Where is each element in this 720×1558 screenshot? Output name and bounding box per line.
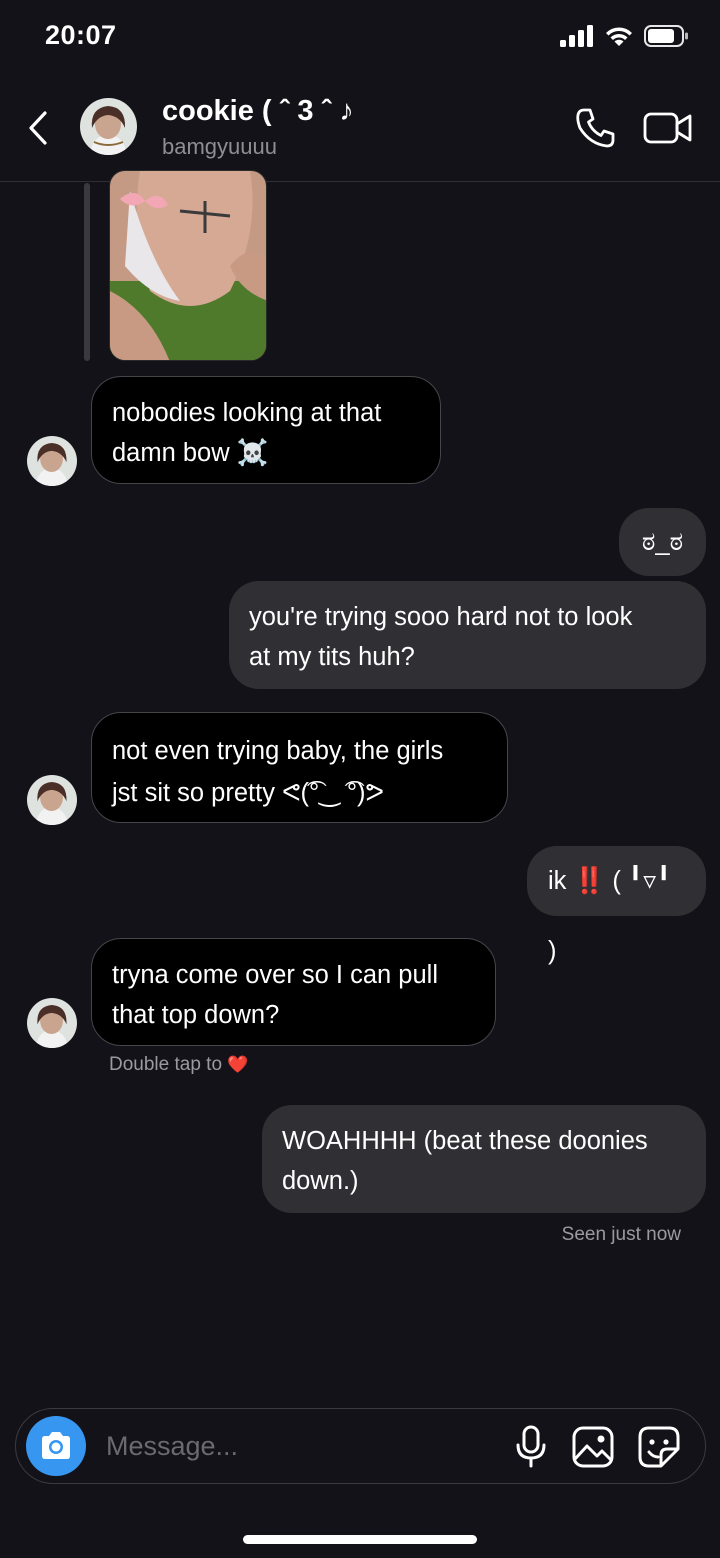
back-button[interactable] xyxy=(20,108,56,148)
shared-photo[interactable] xyxy=(109,170,267,361)
message-line: damn bow ☠️ xyxy=(112,439,269,467)
message-line: ಠ_ಠ xyxy=(641,528,684,556)
seen-status: Seen just now xyxy=(561,1224,681,1245)
message-line: nobodies looking at that xyxy=(112,399,382,427)
message-line: WOAHHHH (beat these doonies xyxy=(282,1127,648,1155)
message-input[interactable] xyxy=(106,1424,486,1468)
message-line: jst sit so pretty ᕙ(͡°‿ ͡°)ᕗ xyxy=(112,779,385,807)
gallery-button[interactable] xyxy=(571,1425,615,1469)
double-tap-hint: Double tap to ❤️ xyxy=(109,1054,248,1076)
chevron-left-icon xyxy=(29,111,47,145)
reply-indicator-line xyxy=(84,183,90,361)
outgoing-message[interactable]: ik ‼️ ( ╹▿╹ ) xyxy=(527,846,706,965)
camera-icon xyxy=(42,1432,70,1459)
contact-avatar[interactable] xyxy=(80,98,137,155)
incoming-message[interactable]: nobodies looking at that damn bow ☠️ xyxy=(91,376,441,484)
incoming-message[interactable]: not even trying baby, the girls jst sit … xyxy=(91,712,508,823)
message-line: ik ‼️ ( ╹▿╹ ) xyxy=(548,867,672,965)
message-line: tryna come over so I can pull xyxy=(112,961,438,989)
voice-message-button[interactable] xyxy=(511,1425,551,1469)
heart-icon: ❤️ xyxy=(227,1055,249,1074)
outgoing-message[interactable]: WOAHHHH (beat these doonies down.) xyxy=(262,1105,706,1213)
outgoing-message[interactable]: ಠ_ಠ xyxy=(619,508,706,576)
contact-name[interactable]: cookie ( ˆ 3 ˆ ♪ xyxy=(162,95,354,128)
message-line: down.) xyxy=(282,1167,359,1195)
home-indicator[interactable] xyxy=(243,1535,477,1544)
camera-button[interactable] xyxy=(26,1416,86,1476)
sticker-icon xyxy=(638,1426,680,1468)
phone-icon xyxy=(576,108,615,148)
status-icons xyxy=(560,22,690,50)
wifi-icon xyxy=(606,27,632,46)
signal-icon xyxy=(560,25,593,47)
video-camera-icon xyxy=(643,112,692,144)
battery-icon xyxy=(644,25,688,47)
incoming-message[interactable]: tryna come over so I can pull that top d… xyxy=(91,938,496,1046)
chat-header: cookie ( ˆ 3 ˆ ♪ bamgyuuuu xyxy=(0,80,720,182)
message-line: at my tits huh? xyxy=(249,643,415,671)
sticker-button[interactable] xyxy=(637,1425,681,1469)
audio-call-button[interactable] xyxy=(574,106,618,150)
video-call-button[interactable] xyxy=(642,108,694,148)
message-line: you're trying sooo hard not to look xyxy=(249,603,633,631)
message-line: not even trying baby, the girls xyxy=(112,737,444,765)
double-tap-label: Double tap to xyxy=(109,1054,223,1075)
sender-avatar[interactable] xyxy=(27,775,77,825)
contact-username[interactable]: bamgyuuuu xyxy=(162,134,277,160)
sender-avatar[interactable] xyxy=(27,436,77,486)
status-bar: 20:07 xyxy=(0,0,720,78)
outgoing-message[interactable]: you're trying sooo hard not to look at m… xyxy=(229,581,706,689)
gallery-icon xyxy=(572,1426,614,1468)
message-line: that top down? xyxy=(112,1001,280,1029)
microphone-icon xyxy=(516,1425,546,1468)
sender-avatar[interactable] xyxy=(27,998,77,1048)
status-time: 20:07 xyxy=(45,20,117,50)
message-composer xyxy=(15,1408,706,1484)
